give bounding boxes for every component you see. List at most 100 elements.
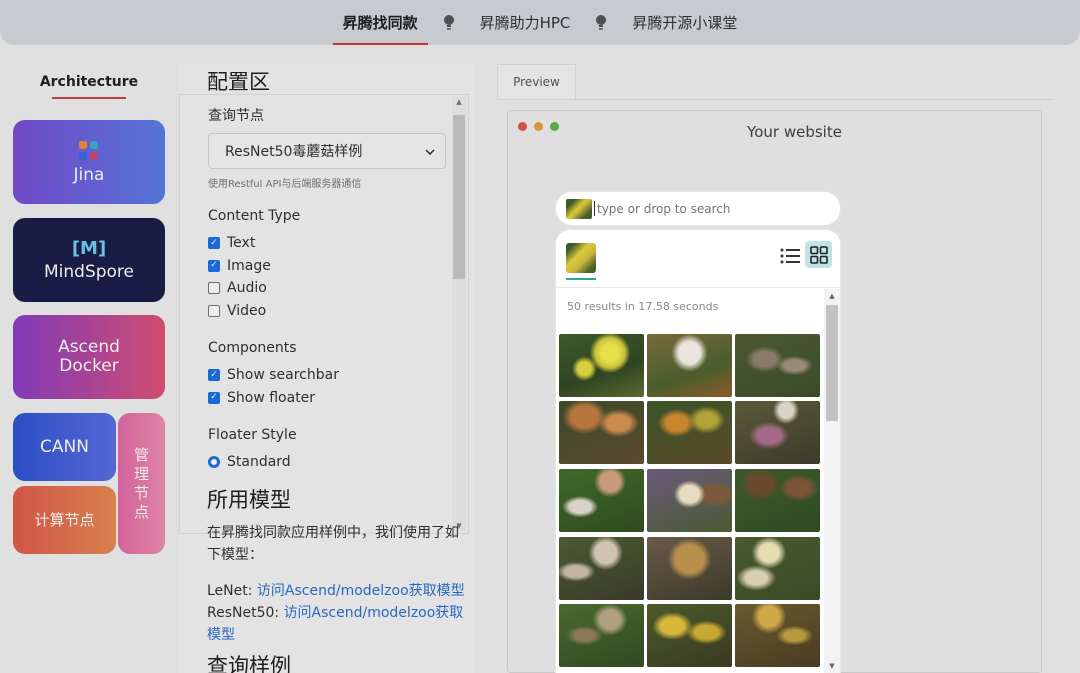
model-resnet50: ResNet50: 访问Ascend/modelzoo获取模型	[207, 602, 472, 646]
nav-item-ascend-open-class[interactable]: 昇腾开源小课堂	[622, 0, 747, 45]
result-image[interactable]	[647, 401, 732, 464]
checkbox-icon	[208, 259, 220, 272]
config-scroll-box[interactable]: 查询节点 ResNet50毒蘑菇样例 使用Restful API与后端服务器通信…	[179, 94, 469, 534]
tile-mindspore[interactable]: [M] MindSpore	[13, 218, 165, 302]
grid-view-icon[interactable]	[805, 241, 832, 268]
result-image[interactable]	[735, 537, 820, 600]
tile-jina[interactable]: Jina	[13, 120, 165, 204]
scroll-up-icon[interactable]: ▲	[452, 98, 466, 106]
radio-icon	[208, 456, 220, 469]
result-image[interactable]	[735, 401, 820, 464]
checkbox-icon	[208, 369, 220, 382]
tile-label: 点	[133, 502, 149, 521]
tab-label: Preview	[513, 75, 560, 89]
scrollbar-thumb[interactable]	[453, 115, 465, 279]
mindspore-logo-icon: [M]	[71, 238, 107, 259]
result-image[interactable]	[647, 469, 732, 532]
scroll-down-icon[interactable]: ▼	[824, 662, 840, 670]
top-nav: 昇腾找同款 昇腾助力HPC 昇腾开源小课堂	[0, 0, 1080, 45]
results-scrollbar[interactable]: ▲ ▼	[824, 289, 840, 673]
query-image-thumbnail	[566, 198, 592, 219]
tile-ascend-docker[interactable]: Ascend Docker	[13, 315, 165, 399]
search-bar[interactable]	[556, 192, 840, 225]
tab-preview[interactable]: Preview	[497, 64, 576, 99]
config-scrollbar[interactable]: ▲ ▼	[452, 97, 466, 531]
scrollbar-thumb[interactable]	[826, 305, 838, 421]
model-lenet: LeNet: 访问Ascend/modelzoo获取模型	[207, 580, 472, 602]
checkbox-label: Text	[227, 235, 256, 252]
list-view-icon[interactable]	[778, 244, 802, 268]
active-query-indicator	[566, 278, 596, 280]
result-image[interactable]	[559, 604, 644, 667]
query-node-label: 查询节点	[208, 108, 264, 124]
lightbulb-icon	[442, 13, 456, 33]
page: 昇腾找同款 昇腾助力HPC 昇腾开源小课堂 Architecture Jina …	[0, 0, 1080, 673]
tile-management-node[interactable]: 管 理 节 点	[118, 413, 165, 554]
nav-label: 昇腾开源小课堂	[632, 14, 738, 32]
tile-label: CANN	[40, 436, 89, 457]
checkbox-label: Show searchbar	[227, 367, 339, 384]
query-examples-title: 查询样例	[207, 654, 291, 673]
tile-label: Jina	[73, 164, 105, 185]
query-tab-thumbnail[interactable]	[566, 243, 596, 273]
config-title: 配置区	[207, 70, 270, 94]
jina-logo-icon	[78, 140, 100, 166]
tile-label: 节	[133, 483, 149, 502]
models-section: 所用模型 在昇腾找同款应用样例中，我们使用了如下模型： LeNet: 访问Asc…	[207, 484, 472, 673]
result-image[interactable]	[559, 401, 644, 464]
result-image[interactable]	[559, 334, 644, 397]
query-node-select[interactable]: ResNet50毒蘑菇样例	[208, 133, 446, 169]
tile-label: Ascend	[58, 337, 120, 357]
radio-label: Standard	[227, 454, 291, 471]
browser-title: Your website	[747, 123, 842, 141]
search-input[interactable]	[597, 201, 817, 216]
search-results-panel: 50 results in 17.58 seconds ▲ ▼	[556, 230, 840, 673]
query-node-hint: 使用Restful API与后端服务器通信	[208, 179, 362, 190]
tile-compute-node[interactable]: 计算节点	[13, 486, 116, 554]
model-name: LeNet:	[207, 583, 257, 599]
result-image[interactable]	[735, 469, 820, 532]
results-header	[556, 230, 840, 288]
tile-label: 管	[133, 445, 149, 464]
nav-label: 昇腾找同款	[342, 14, 418, 32]
checkbox-icon	[208, 237, 220, 250]
results-count: 50 results in 17.58 seconds	[567, 300, 719, 313]
lightbulb-icon	[594, 13, 608, 33]
checkbox-text[interactable]: Text	[208, 232, 446, 255]
nav-item-ascend-hpc[interactable]: 昇腾助力HPC	[470, 0, 581, 45]
result-image[interactable]	[647, 604, 732, 667]
checkbox-image[interactable]: Image	[208, 255, 446, 278]
checkbox-show-searchbar[interactable]: Show searchbar	[208, 364, 446, 387]
checkbox-audio[interactable]: Audio	[208, 277, 446, 300]
components-label: Components	[208, 340, 297, 356]
tile-label: Docker	[59, 356, 119, 376]
scroll-up-icon[interactable]: ▲	[824, 292, 840, 300]
result-image[interactable]	[735, 604, 820, 667]
config-panel: 配置区 查询节点 ResNet50毒蘑菇样例 使用Restful API与后端服…	[179, 64, 474, 673]
result-image[interactable]	[559, 537, 644, 600]
lenet-link[interactable]: 访问Ascend/modelzoo获取模型	[257, 583, 465, 599]
tile-label: 理	[133, 464, 149, 483]
checkbox-icon	[208, 391, 220, 404]
text-caret	[594, 201, 595, 216]
result-image[interactable]	[559, 469, 644, 532]
radio-standard[interactable]: Standard	[208, 451, 446, 474]
checkbox-icon	[208, 282, 220, 295]
nav-item-ascend-find-same[interactable]: 昇腾找同款	[332, 0, 428, 45]
result-image[interactable]	[647, 334, 732, 397]
tile-label: MindSpore	[43, 262, 134, 282]
divider	[497, 99, 1053, 100]
model-name: ResNet50:	[207, 605, 284, 621]
models-title: 所用模型	[207, 488, 291, 512]
result-image[interactable]	[647, 537, 732, 600]
checkbox-label: Show floater	[227, 389, 316, 406]
chevron-down-icon	[425, 143, 435, 159]
checkbox-show-floater[interactable]: Show floater	[208, 387, 446, 410]
checkbox-video[interactable]: Video	[208, 300, 446, 323]
tile-cann[interactable]: CANN	[13, 413, 116, 481]
nav-label: 昇腾助力HPC	[479, 14, 571, 32]
sidebar-title: Architecture	[30, 74, 148, 99]
result-image[interactable]	[735, 334, 820, 397]
checkbox-icon	[208, 304, 220, 317]
models-description: 在昇腾找同款应用样例中，我们使用了如下模型：	[207, 525, 459, 563]
